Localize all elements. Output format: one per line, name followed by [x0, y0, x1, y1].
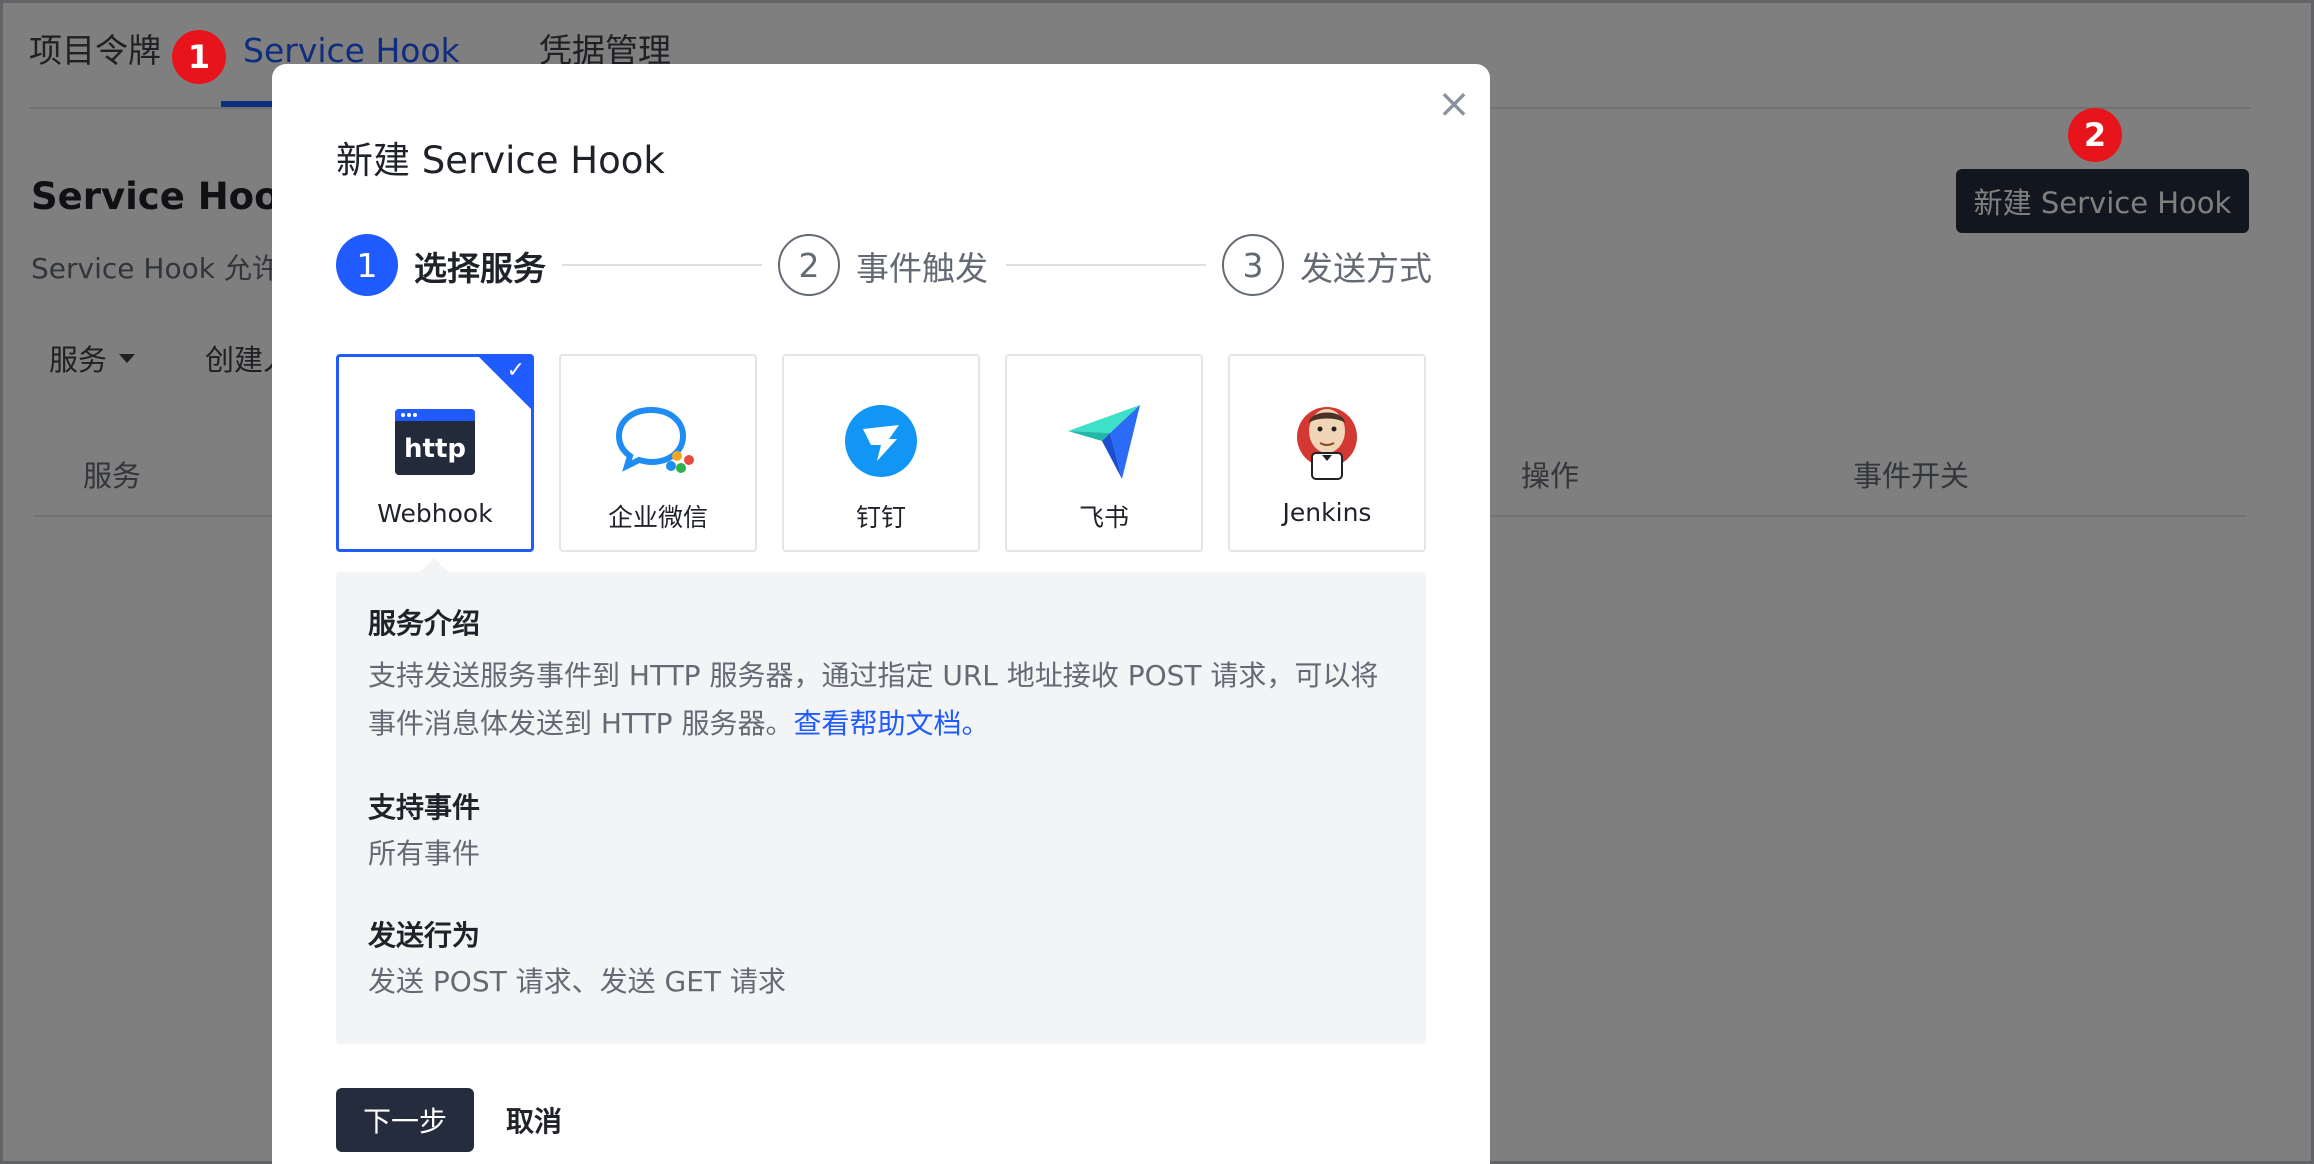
- service-card-feishu[interactable]: 飞书: [1005, 354, 1203, 552]
- service-options: http Webhook ✓ 企业微信 钉钉 飞书 Jenkins: [336, 354, 1426, 552]
- check-icon: ✓: [506, 358, 525, 383]
- service-label-dingtalk: 钉钉: [855, 503, 906, 532]
- step-2-circle: 2: [778, 234, 840, 296]
- info-panel-pointer: [420, 558, 448, 572]
- service-card-dingtalk[interactable]: 钉钉: [782, 354, 980, 552]
- dialog-title: 新建 Service Hook: [336, 139, 665, 182]
- annotation-badge-2: 2: [2068, 108, 2122, 162]
- step-connector: [1006, 264, 1206, 266]
- http-icon: http: [390, 399, 480, 485]
- service-card-jenkins[interactable]: Jenkins: [1228, 354, 1426, 552]
- events-text: 所有事件: [368, 837, 481, 870]
- intro-text: 支持发送服务事件到 HTTP 服务器，通过指定 URL 地址接收 POST 请求…: [368, 652, 1398, 748]
- dingtalk-icon: [836, 398, 926, 484]
- service-label-wecom: 企业微信: [607, 503, 708, 532]
- step-3-label: 发送方式: [1300, 249, 1432, 288]
- service-label-jenkins: Jenkins: [1282, 498, 1372, 527]
- service-label-feishu: 飞书: [1078, 503, 1129, 532]
- next-step-button[interactable]: 下一步: [336, 1088, 474, 1152]
- action-heading: 发送行为: [368, 919, 481, 952]
- service-card-wecom[interactable]: 企业微信: [559, 354, 757, 552]
- step-2-label: 事件触发: [856, 249, 988, 288]
- cancel-button[interactable]: 取消: [506, 1088, 562, 1152]
- close-icon[interactable]: ×: [1434, 84, 1474, 124]
- service-label-webhook: Webhook: [377, 499, 493, 528]
- wecom-icon: [613, 398, 703, 484]
- annotation-badge-1: 1: [172, 30, 226, 84]
- new-service-hook-dialog: × 新建 Service Hook 1 选择服务 2 事件触发 3 发送方式 h…: [272, 64, 1490, 1164]
- step-indicator: 1 选择服务 2 事件触发 3 发送方式: [336, 234, 1432, 296]
- svg-text:http: http: [404, 434, 466, 464]
- service-info-panel: 服务介绍 支持发送服务事件到 HTTP 服务器，通过指定 URL 地址接收 PO…: [336, 572, 1426, 1044]
- events-heading: 支持事件: [368, 791, 481, 824]
- step-1-circle: 1: [336, 234, 398, 296]
- help-docs-link[interactable]: 查看帮助文档。: [793, 707, 989, 740]
- action-text: 发送 POST 请求、发送 GET 请求: [368, 965, 786, 998]
- feishu-icon: [1059, 398, 1149, 484]
- jenkins-icon: [1282, 398, 1372, 484]
- service-card-webhook[interactable]: http Webhook ✓: [336, 354, 534, 552]
- step-3-circle: 3: [1222, 234, 1284, 296]
- step-connector: [562, 264, 762, 266]
- step-1-label: 选择服务: [414, 249, 546, 288]
- intro-heading: 服务介绍: [368, 607, 481, 640]
